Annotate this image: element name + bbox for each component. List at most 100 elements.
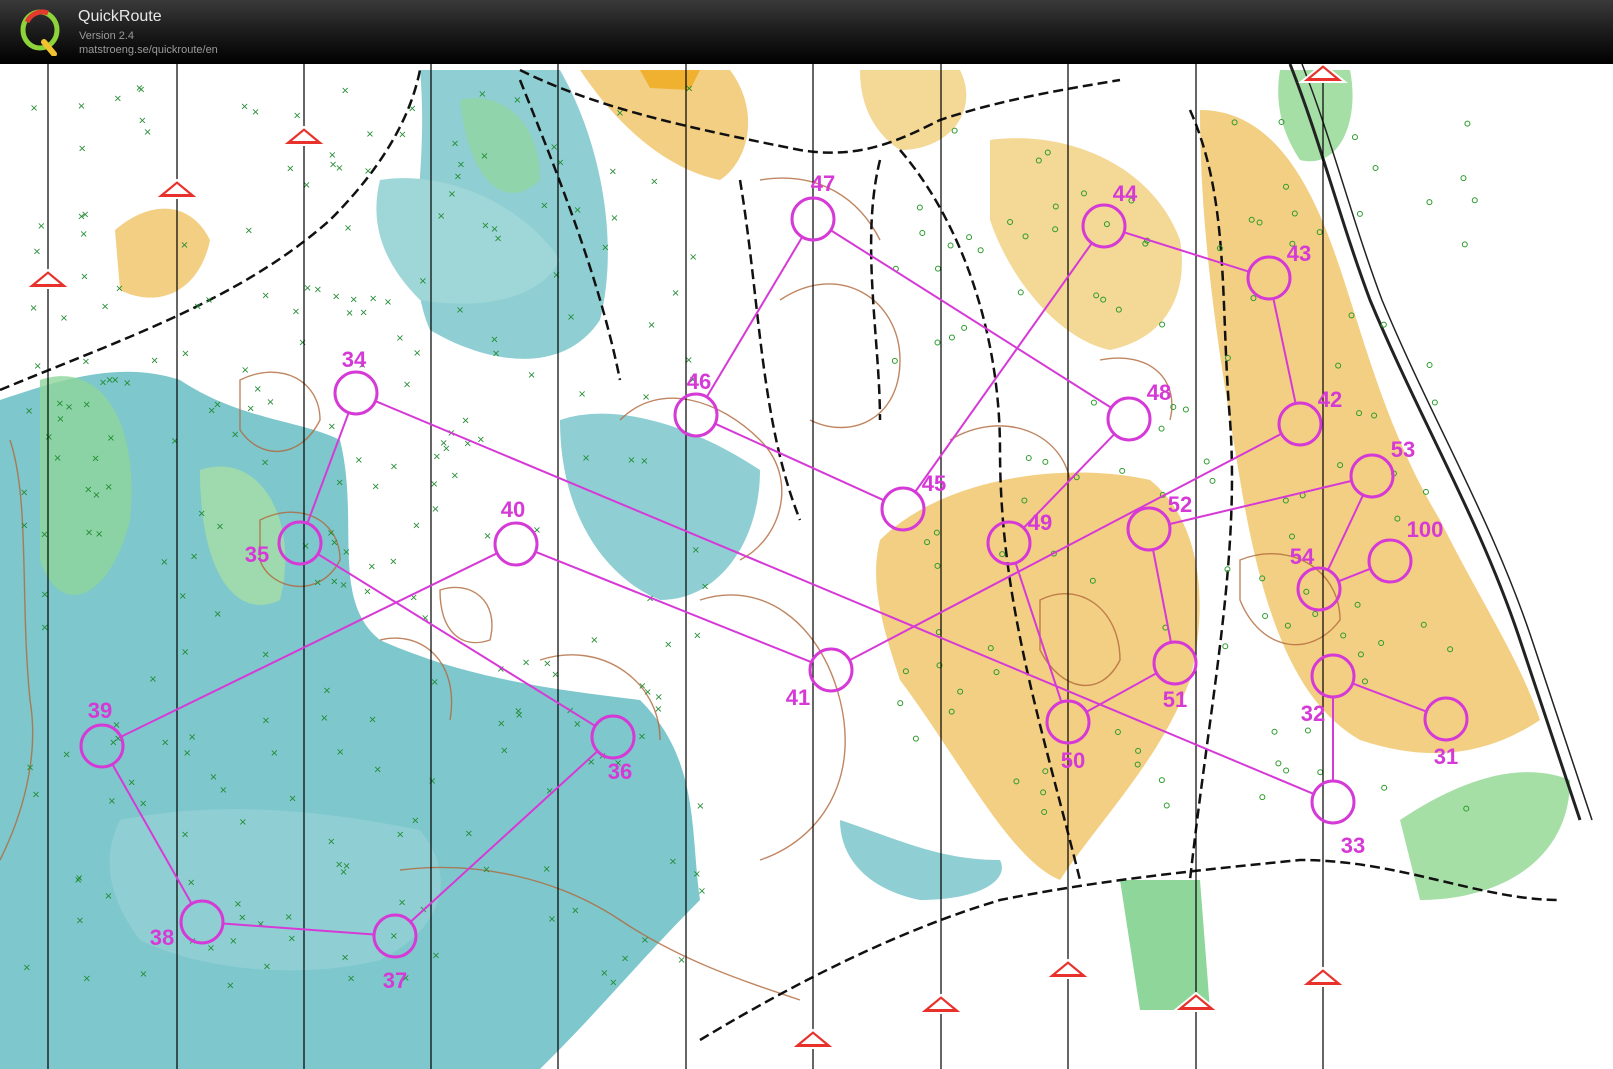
vegetation-cross: × [642,392,650,403]
vegetation-cross: × [286,163,294,174]
vegetation-cross: × [336,477,344,488]
vegetation-cross: × [437,211,445,222]
app-url[interactable]: matstroeng.se/quickroute/en [79,44,218,56]
vegetation-cross: × [207,943,215,954]
vegetation-cross: × [213,399,221,410]
vegetation-cross: × [550,142,558,153]
vegetation-cross: × [187,878,195,889]
vegetation-cross: × [359,308,367,319]
vegetation-cross: × [543,864,551,875]
vegetation-cross: × [45,432,53,443]
title-bar: QuickRoute Version 2.4 matstroeng.se/qui… [0,0,1613,64]
vegetation-cross: × [390,461,398,472]
vegetation-cross: × [369,294,377,305]
vegetation-cross: × [456,305,464,316]
vegetation-cross: × [194,301,202,312]
vegetation-cross: × [219,785,227,796]
vegetation-cross: × [25,406,33,417]
vegetation-cross: × [366,129,374,140]
vegetation-cross: × [433,452,441,463]
vegetation-cross: × [293,111,301,122]
control-number: 49 [1028,510,1052,535]
vegetation-cross: × [494,234,502,245]
vegetation-cross: × [76,916,84,927]
vegetation-cross: × [105,482,113,493]
vegetation-cross: × [179,591,187,602]
vegetation-cross: × [161,737,169,748]
vegetation-cross: × [654,692,662,703]
vegetation-cross: × [696,801,704,812]
control-number: 50 [1061,748,1085,773]
vegetation-cross: × [573,719,581,730]
vegetation-cross: × [314,284,322,295]
vegetation-cross: × [465,829,473,840]
vegetation-cross: × [610,213,618,224]
orienteering-map[interactable]: × × × × × × × × × × × × × × × × × × × × × × × × × × × × × × × × × × × × × × × ×… [0,64,1613,1069]
vegetation-cross: × [262,649,270,660]
vegetation-cross: × [600,968,608,979]
vegetation-cross: × [37,221,45,232]
control-number: 40 [501,497,525,522]
vegetation-cross: × [342,861,350,872]
vegetation-cross: × [78,144,86,155]
vegetation-cross: × [95,529,103,540]
vegetation-cross: × [609,977,617,988]
vegetation-cross: × [638,732,646,743]
vegetation-cross: × [428,776,436,787]
vegetation-cross: × [288,933,296,944]
vegetation-cross: × [83,399,91,410]
vegetation-cross: × [266,397,274,408]
control-number: 48 [1147,380,1171,405]
vegetation-cross: × [500,746,508,757]
vegetation-cross: × [457,160,465,171]
control-number: 54 [1290,544,1315,569]
vegetation-cross: × [150,356,158,367]
vegetation-cross: × [123,378,131,389]
vegetation-cross: × [327,837,335,848]
control-number: 36 [608,759,632,784]
vegetation-cross: × [239,817,247,828]
vegetation-cross: × [139,969,147,980]
vegetation-cross: × [431,677,439,688]
vegetation-cross: × [261,457,269,468]
vegetation-cross: × [478,89,486,100]
vegetation-cross: × [398,129,406,140]
control-number: 46 [687,369,711,394]
vegetation-cross: × [284,912,292,923]
vegetation-cross: × [396,333,404,344]
vegetation-cross: × [33,246,41,257]
vegetation-cross: × [552,270,560,281]
vegetation-cross: × [677,955,685,966]
vegetation-cross: × [701,581,709,592]
vegetation-cross: × [149,674,157,685]
vegetation-cross: × [328,421,336,432]
vegetation-cross: × [454,171,462,182]
vegetation-cross: × [188,732,196,743]
vegetation-cross: × [56,414,64,425]
vegetation-cross: × [181,348,189,359]
vegetation-cross: × [53,453,61,464]
vegetation-cross: × [363,587,371,598]
vegetation-cross: × [364,166,372,177]
vegetation-cross: × [601,243,609,254]
vegetation-cross: × [573,205,581,216]
vegetation-cross: × [99,377,107,388]
vegetation-cross: × [332,291,340,302]
vegetation-cross: × [448,189,456,200]
vegetation-cross: × [384,297,392,308]
vegetation-cross: × [32,790,40,801]
control-number: 51 [1163,687,1187,712]
vegetation-cross: × [396,830,404,841]
vegetation-cross: × [180,240,188,251]
vegetation-cross: × [138,116,146,127]
vegetation-cross: × [372,482,380,493]
control-number: 47 [811,171,835,196]
vegetation-cross: × [548,914,556,925]
vegetation-cross: × [689,252,697,263]
vegetation-cross: × [693,869,701,880]
vegetation-cross: × [231,430,239,441]
app-title: QuickRoute [78,8,162,25]
vegetation-cross: × [543,658,551,669]
vegetation-cross: × [91,453,99,464]
vegetation-cross: × [247,404,255,415]
